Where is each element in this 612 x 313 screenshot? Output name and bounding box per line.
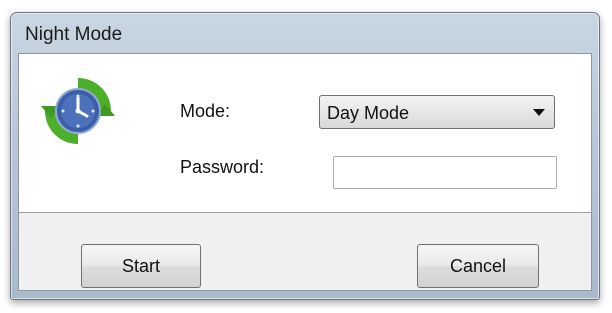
start-button[interactable]: Start (81, 244, 201, 288)
clock-refresh-icon (41, 78, 115, 144)
password-field[interactable] (333, 156, 557, 189)
settings-panel: Mode: Day Mode Password: (19, 54, 591, 213)
password-label: Password: (180, 157, 265, 177)
dialog-client-area: Mode: Day Mode Password: Start Cancel (18, 53, 592, 291)
window-title: Night Mode (25, 24, 123, 45)
mode-select[interactable]: Day Mode (319, 95, 555, 129)
mode-label: Mode: (180, 101, 231, 121)
night-mode-dialog: Night Mode Mode: Day Mode Password: Star… (10, 12, 600, 300)
title-bar[interactable]: Night Mode (11, 13, 599, 53)
cancel-button[interactable]: Cancel (417, 244, 539, 288)
chevron-down-icon[interactable] (533, 109, 545, 116)
mode-selected-value: Day Mode (327, 103, 410, 123)
